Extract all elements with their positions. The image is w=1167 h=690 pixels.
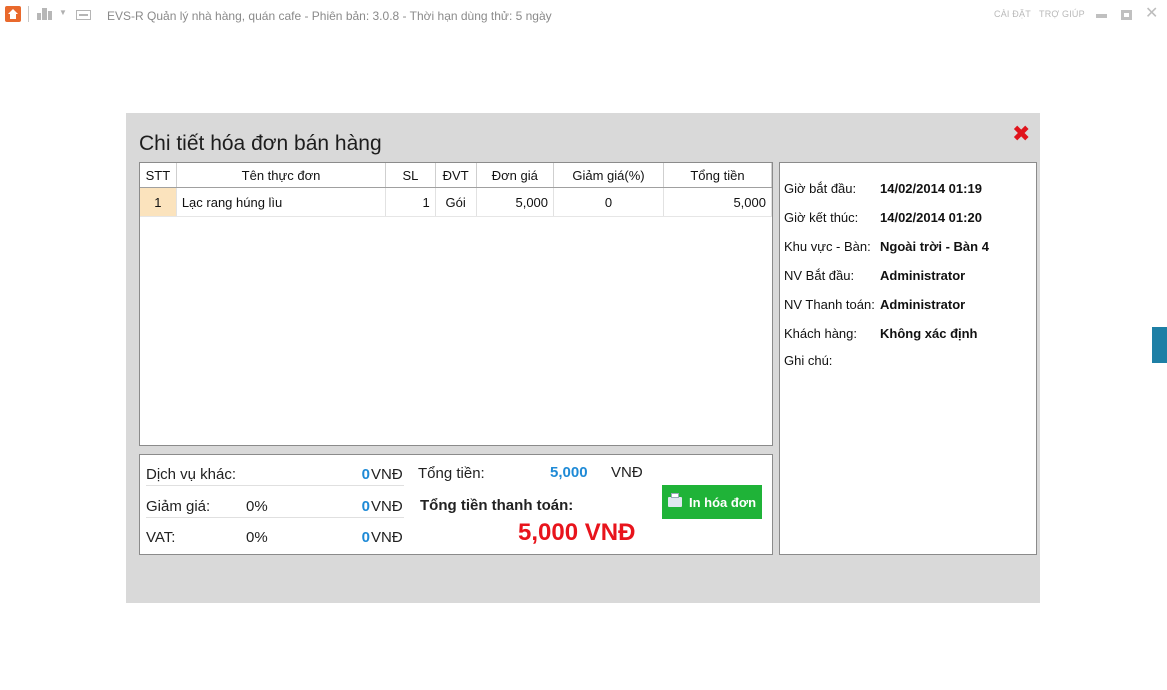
print-invoice-button[interactable]: In hóa đơn	[662, 485, 762, 519]
invoice-items-grid[interactable]: STT Tên thực đơn SL ĐVT Đơn giá Giảm giá…	[139, 162, 773, 446]
home-icon[interactable]	[5, 6, 21, 22]
cell-stt: 1	[140, 187, 177, 217]
discount-label: Giảm giá:	[146, 498, 211, 515]
building-icon[interactable]	[37, 8, 53, 20]
minimize-button[interactable]	[1096, 14, 1107, 18]
end-time-label: Giờ kết thúc:	[784, 210, 859, 225]
grid-header-row: STT Tên thực đơn SL ĐVT Đơn giá Giảm giá…	[140, 163, 773, 188]
keyboard-icon[interactable]	[76, 10, 91, 20]
column-header-total[interactable]: Tổng tiền	[663, 163, 773, 188]
column-header-discount[interactable]: Giảm giá(%)	[553, 163, 664, 188]
maximize-button[interactable]	[1121, 10, 1132, 20]
cell-total: 5,000	[663, 187, 773, 217]
staff-start-value: Administrator	[880, 268, 966, 283]
other-services-unit: VNĐ	[371, 466, 403, 483]
cell-price: 5,000	[476, 187, 555, 217]
chevron-down-icon[interactable]: ▼	[59, 8, 67, 17]
other-services-row: Dịch vụ khác: 0 VNĐ	[146, 455, 404, 486]
column-header-price[interactable]: Đơn giá	[476, 163, 555, 188]
column-header-stt[interactable]: STT	[140, 163, 177, 188]
toolbar-divider	[28, 6, 29, 22]
other-services-value: 0	[361, 466, 370, 483]
cell-unit: Gói	[435, 187, 477, 217]
other-services-label: Dịch vụ khác:	[146, 466, 237, 483]
printer-icon	[668, 493, 682, 507]
vat-unit: VNĐ	[371, 529, 403, 546]
staff-payment-label: NV Thanh toán:	[784, 297, 875, 312]
staff-payment-value: Administrator	[880, 297, 966, 312]
dialog-title: Chi tiết hóa đơn bán hàng	[139, 132, 382, 155]
discount-unit: VNĐ	[371, 498, 403, 515]
invoice-info-panel: Giờ bắt đầu: 14/02/2014 01:19 Giờ kết th…	[779, 162, 1037, 555]
start-time-value: 14/02/2014 01:19	[880, 181, 982, 196]
cell-name: Lạc rang húng lìu	[176, 187, 387, 217]
summary-panel: Dịch vụ khác: 0 VNĐ Giảm giá: 0% 0 VNĐ V…	[139, 454, 773, 555]
print-invoice-label: In hóa đơn	[689, 495, 757, 510]
start-time-label: Giờ bắt đầu:	[784, 181, 857, 196]
discount-row: Giảm giá: 0% 0 VNĐ	[146, 487, 404, 518]
table-row[interactable]: 1 Lạc rang húng lìu 1 Gói 5,000 0 5,000	[140, 187, 773, 217]
menu-help[interactable]: TRỢ GIÚP	[1039, 9, 1085, 19]
title-bar: ▼ EVS-R Quản lý nhà hàng, quán cafe - Ph…	[0, 0, 1167, 32]
vat-value: 0	[361, 529, 370, 546]
cell-discount: 0	[553, 187, 664, 217]
grand-total-label: Tổng tiền thanh toán:	[420, 497, 574, 514]
vat-percent: 0%	[246, 529, 268, 546]
column-header-name[interactable]: Tên thực đơn	[176, 163, 387, 188]
discount-percent: 0%	[246, 498, 268, 515]
vat-label: VAT:	[146, 529, 176, 546]
discount-value: 0	[361, 498, 370, 515]
area-table-value: Ngoài trời - Bàn 4	[880, 239, 989, 254]
customer-value: Không xác định	[880, 326, 978, 341]
side-panel-tab[interactable]	[1152, 327, 1167, 363]
total-unit: VNĐ	[611, 464, 643, 481]
total-value: 5,000	[550, 464, 588, 481]
menu-settings[interactable]: CÀI ĐẶT	[994, 9, 1031, 19]
note-label: Ghi chú:	[784, 353, 833, 368]
invoice-detail-dialog: Chi tiết hóa đơn bán hàng ✖ STT Tên thực…	[126, 113, 1040, 603]
window-close-button[interactable]: ✕	[1145, 6, 1158, 22]
cell-quantity: 1	[385, 187, 436, 217]
end-time-value: 14/02/2014 01:20	[880, 210, 982, 225]
close-icon[interactable]: ✖	[1012, 123, 1030, 145]
vat-row: VAT: 0% 0 VNĐ	[146, 518, 404, 548]
staff-start-label: NV Bắt đầu:	[784, 268, 855, 283]
customer-label: Khách hàng:	[784, 326, 858, 341]
column-header-quantity[interactable]: SL	[385, 163, 436, 188]
app-title: EVS-R Quản lý nhà hàng, quán cafe - Phiê…	[107, 9, 552, 23]
area-table-label: Khu vực - Bàn:	[784, 239, 871, 254]
total-label: Tổng tiền:	[418, 465, 485, 482]
grand-total-value: 5,000 VNĐ	[518, 519, 636, 546]
column-header-unit[interactable]: ĐVT	[435, 163, 477, 188]
